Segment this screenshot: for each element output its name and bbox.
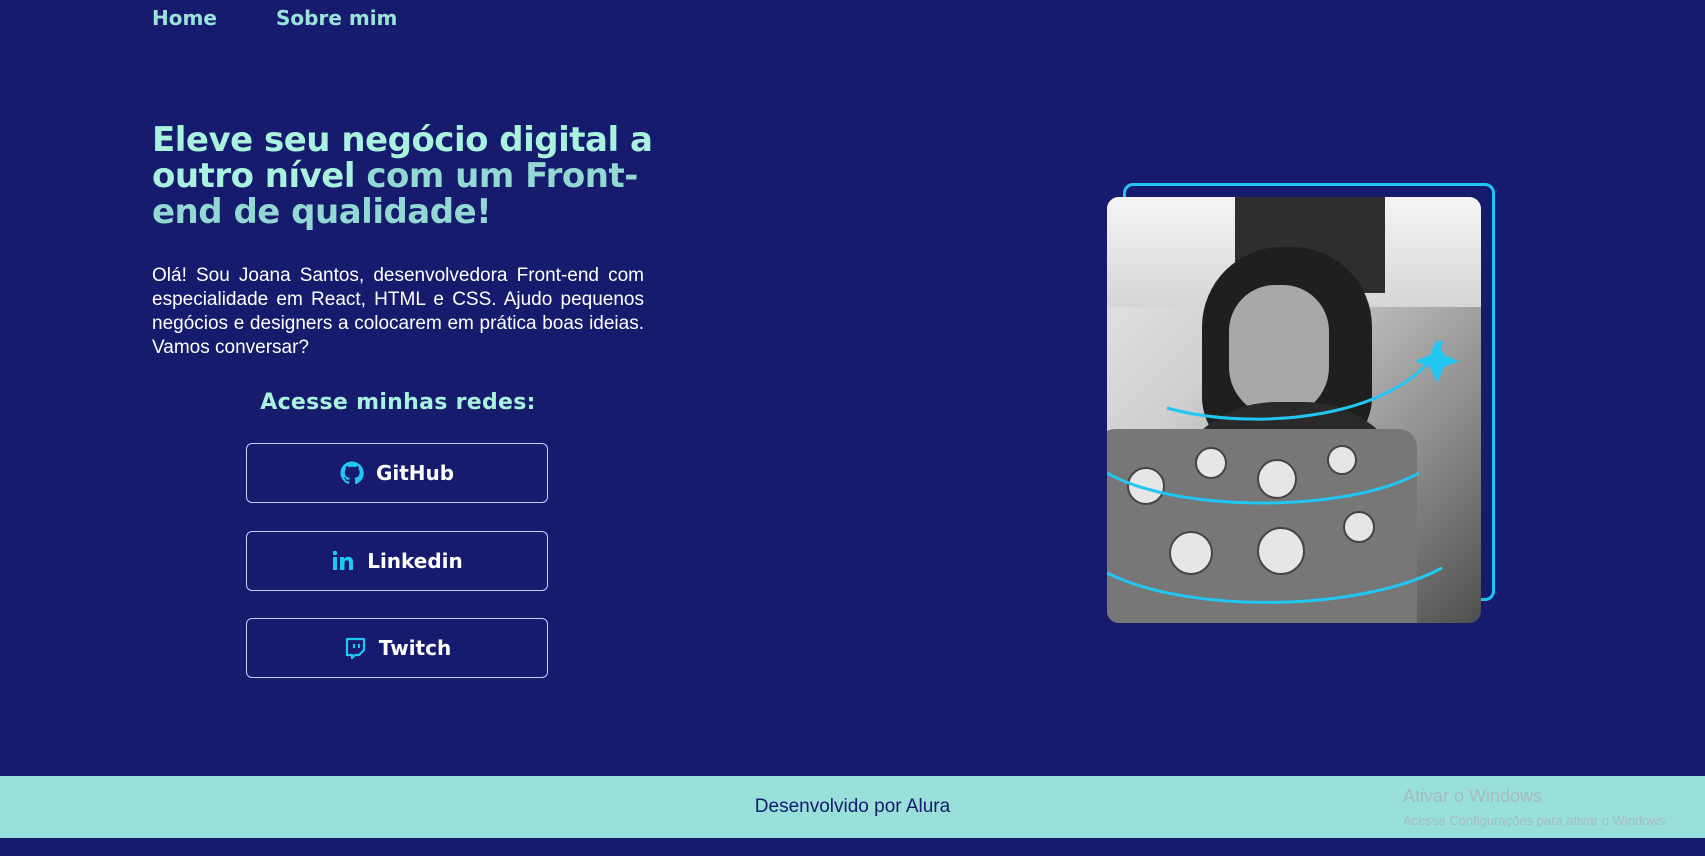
watermark-subtitle: Acesse Configurações para ativar o Windo… bbox=[1403, 813, 1669, 828]
linkedin-icon bbox=[331, 549, 355, 573]
photo-person-face bbox=[1229, 285, 1329, 417]
bottom-strip bbox=[0, 838, 1705, 856]
profile-image-container bbox=[1107, 183, 1497, 623]
laptop-sticker bbox=[1327, 445, 1357, 475]
social-section-title: Acesse minhas redes: bbox=[260, 390, 536, 415]
twitch-button-label: Twitch bbox=[378, 636, 452, 660]
footer-text: Desenvolvido por Alura bbox=[754, 796, 951, 817]
laptop-sticker bbox=[1127, 467, 1165, 505]
linkedin-button[interactable]: Linkedin bbox=[246, 531, 548, 591]
github-button[interactable]: GitHub bbox=[246, 443, 548, 503]
hero-intro-text: Olá! Sou Joana Santos, desenvolvedora Fr… bbox=[152, 265, 644, 358]
laptop-sticker bbox=[1169, 531, 1213, 575]
windows-activation-watermark: Ativar o Windows Acesse Configurações pa… bbox=[1403, 786, 1669, 828]
laptop-sticker bbox=[1195, 447, 1227, 479]
nav-sobre-mim-link[interactable]: Sobre mim bbox=[276, 6, 397, 30]
watermark-title: Ativar o Windows bbox=[1403, 786, 1543, 806]
github-button-label: GitHub bbox=[375, 461, 455, 485]
linkedin-button-label: Linkedin bbox=[367, 549, 463, 573]
github-icon bbox=[340, 461, 364, 485]
profile-photo bbox=[1107, 197, 1481, 623]
twitch-button[interactable]: Twitch bbox=[246, 618, 548, 678]
laptop-sticker bbox=[1257, 527, 1305, 575]
hero-headline: Eleve seu negócio digital a outro nível … bbox=[152, 122, 672, 230]
nav-home-link[interactable]: Home bbox=[152, 6, 217, 30]
twitch-icon bbox=[343, 636, 367, 660]
top-navigation: Home Sobre mim bbox=[0, 0, 1705, 40]
laptop-sticker bbox=[1257, 459, 1297, 499]
laptop-sticker bbox=[1343, 511, 1375, 543]
